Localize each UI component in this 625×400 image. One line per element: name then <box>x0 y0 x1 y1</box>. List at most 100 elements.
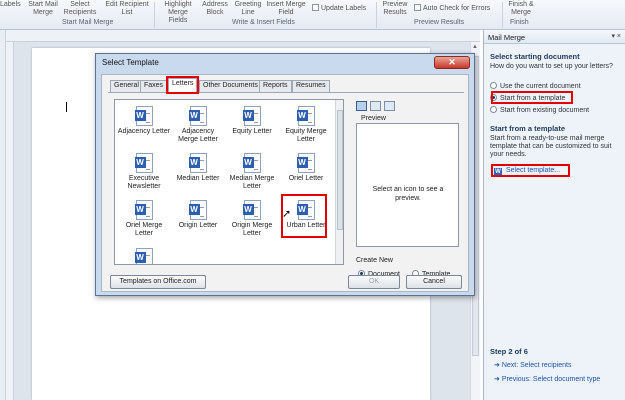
highlight-merge-fields-button[interactable]: Highlight Merge Fields <box>158 1 198 25</box>
template-partial-row[interactable] <box>117 248 171 264</box>
scroll-up-icon[interactable]: ▲ <box>472 44 478 50</box>
horizontal-ruler <box>6 30 480 42</box>
select-recipients-button[interactable]: Select Recipients <box>62 1 98 17</box>
tab-reports[interactable]: Reports <box>259 80 292 92</box>
option-label: Start from existing document <box>500 107 590 114</box>
tab-other-documents[interactable]: Other Documents <box>199 80 262 92</box>
pane-menu-icon[interactable]: ▾ <box>611 33 615 40</box>
template-origin-merge-letter[interactable]: Origin Merge Letter <box>225 200 279 238</box>
template-label: Oriel Merge Letter <box>125 222 163 237</box>
ribbon-separator <box>154 2 155 28</box>
previous-label: Previous: Select document type <box>501 376 601 383</box>
setup-question: How do you want to set up your letters? <box>490 63 613 70</box>
template-label: Origin Letter <box>178 222 218 229</box>
ok-button[interactable]: OK <box>348 275 400 289</box>
finish-merge-button[interactable]: Finish & Merge <box>506 1 536 17</box>
template-label: Equity Merge Letter <box>285 128 327 143</box>
template-median-letter[interactable]: Median Letter <box>171 153 225 183</box>
word-template-icon <box>188 200 207 220</box>
word-template-icon <box>134 153 153 173</box>
tab-divider <box>108 92 464 93</box>
details-view-icon[interactable] <box>384 101 395 111</box>
dialog-close-button[interactable]: ✕ <box>434 56 470 69</box>
select-template-dialog: Select Template ✕ General Faxes Letters … <box>95 53 475 296</box>
template-label: Adjacency Merge Letter <box>178 128 218 143</box>
update-labels-icon <box>312 4 319 11</box>
template-adjacency-letter[interactable]: Adjacency Letter <box>117 106 171 136</box>
template-label: Median Merge Letter <box>229 175 275 190</box>
close-icon[interactable]: × <box>617 33 621 40</box>
ribbon-separator <box>502 2 503 28</box>
template-origin-letter[interactable]: Origin Letter <box>171 200 225 230</box>
tab-resumes[interactable]: Resumes <box>292 80 330 92</box>
option-existing-document[interactable]: Start from existing document <box>490 106 589 115</box>
template-description: Start from a ready-to-use mail merge tem… <box>490 135 612 158</box>
greeting-line-button[interactable]: Greeting Line <box>232 1 264 17</box>
address-block-button[interactable]: Address Block <box>200 1 230 17</box>
option-label: Use the current document <box>500 83 581 90</box>
templates-online-button[interactable]: Templates on Office.com <box>110 275 206 289</box>
cancel-button[interactable]: Cancel <box>406 275 462 289</box>
large-icons-view-icon[interactable] <box>356 101 367 111</box>
group-finish: Finish <box>510 19 529 26</box>
insert-merge-field-button[interactable]: Insert Merge Field <box>266 1 306 17</box>
mail-merge-pane: Mail Merge ▾ × Select starting document … <box>483 30 625 400</box>
close-icon: ✕ <box>448 57 456 67</box>
group-preview: Preview Results <box>414 19 465 26</box>
preview-message: Select an icon to see a preview. <box>372 186 444 202</box>
template-label: Median Letter <box>176 175 220 182</box>
group-start-mail-merge: Start Mail Merge <box>62 19 114 26</box>
template-list[interactable]: Adjacency Letter Adjacency Merge Letter … <box>114 99 344 265</box>
template-adjacency-merge-letter[interactable]: Adjacency Merge Letter <box>171 106 225 144</box>
highlight-box-select-template <box>491 164 570 177</box>
edit-recipient-list-button[interactable]: Edit Recipient List <box>104 1 150 17</box>
template-executive-newsletter[interactable]: Executive Newsletter <box>117 153 171 191</box>
auto-check-errors-button[interactable]: Auto Check for Errors <box>414 4 490 13</box>
template-median-merge-letter[interactable]: Median Merge Letter <box>225 153 279 191</box>
section-heading-starting-document: Select starting document <box>490 52 580 61</box>
radio-icon[interactable] <box>490 106 497 113</box>
template-label: Equity Letter <box>232 128 272 135</box>
word-template-icon <box>134 106 153 126</box>
template-oriel-letter[interactable]: Oriel Letter <box>279 153 333 183</box>
step-indicator: Step 2 of 6 <box>490 347 528 356</box>
preview-results-button[interactable]: Preview Results <box>380 1 410 17</box>
update-labels-button[interactable]: Update Labels <box>312 4 366 13</box>
preview-label: Preview <box>359 115 388 122</box>
auto-check-label: Auto Check for Errors <box>423 5 491 12</box>
template-label: Oriel Letter <box>288 175 324 182</box>
list-view-icon[interactable] <box>370 101 381 111</box>
previous-link[interactable]: ➜ Previous: Select document type <box>494 375 600 383</box>
template-label: Origin Merge Letter <box>231 222 273 237</box>
vertical-ruler <box>6 42 14 400</box>
dialog-body: General Faxes Letters Other Documents Re… <box>101 74 469 292</box>
next-link[interactable]: ➜ Next: Select recipients <box>494 361 571 369</box>
option-current-document[interactable]: Use the current document <box>490 82 581 91</box>
highlight-box-letters-tab <box>166 76 199 94</box>
template-list-scrollbar[interactable] <box>335 100 343 264</box>
word-template-icon <box>188 106 207 126</box>
update-labels-label: Update Labels <box>321 5 367 12</box>
ribbon: Labels Start Mail Merge Select Recipient… <box>0 0 625 30</box>
next-label: Next: Select recipients <box>501 362 572 369</box>
pane-header: Mail Merge ▾ × <box>484 30 625 44</box>
word-template-icon <box>134 200 153 220</box>
word-template-icon <box>242 106 261 126</box>
highlight-box-option <box>491 91 573 104</box>
tab-faxes[interactable]: Faxes <box>140 80 168 92</box>
template-label: Adjacency Letter <box>117 128 171 135</box>
group-write-insert: Write & Insert Fields <box>232 19 295 26</box>
radio-icon[interactable] <box>490 82 497 89</box>
ribbon-separator <box>376 2 377 28</box>
word-template-icon <box>134 248 153 264</box>
pane-controls[interactable]: ▾ × <box>611 32 621 40</box>
template-equity-merge-letter[interactable]: Equity Merge Letter <box>279 106 333 144</box>
start-mail-merge-button[interactable]: Start Mail Merge <box>28 1 58 17</box>
template-oriel-merge-letter[interactable]: Oriel Merge Letter <box>117 200 171 238</box>
word-template-icon <box>188 153 207 173</box>
word-template-icon <box>242 153 261 173</box>
tab-general[interactable]: General <box>110 80 143 92</box>
template-list-scroll-thumb[interactable] <box>337 110 343 230</box>
template-equity-letter[interactable]: Equity Letter <box>225 106 279 136</box>
labels-button[interactable]: Labels <box>0 1 21 9</box>
